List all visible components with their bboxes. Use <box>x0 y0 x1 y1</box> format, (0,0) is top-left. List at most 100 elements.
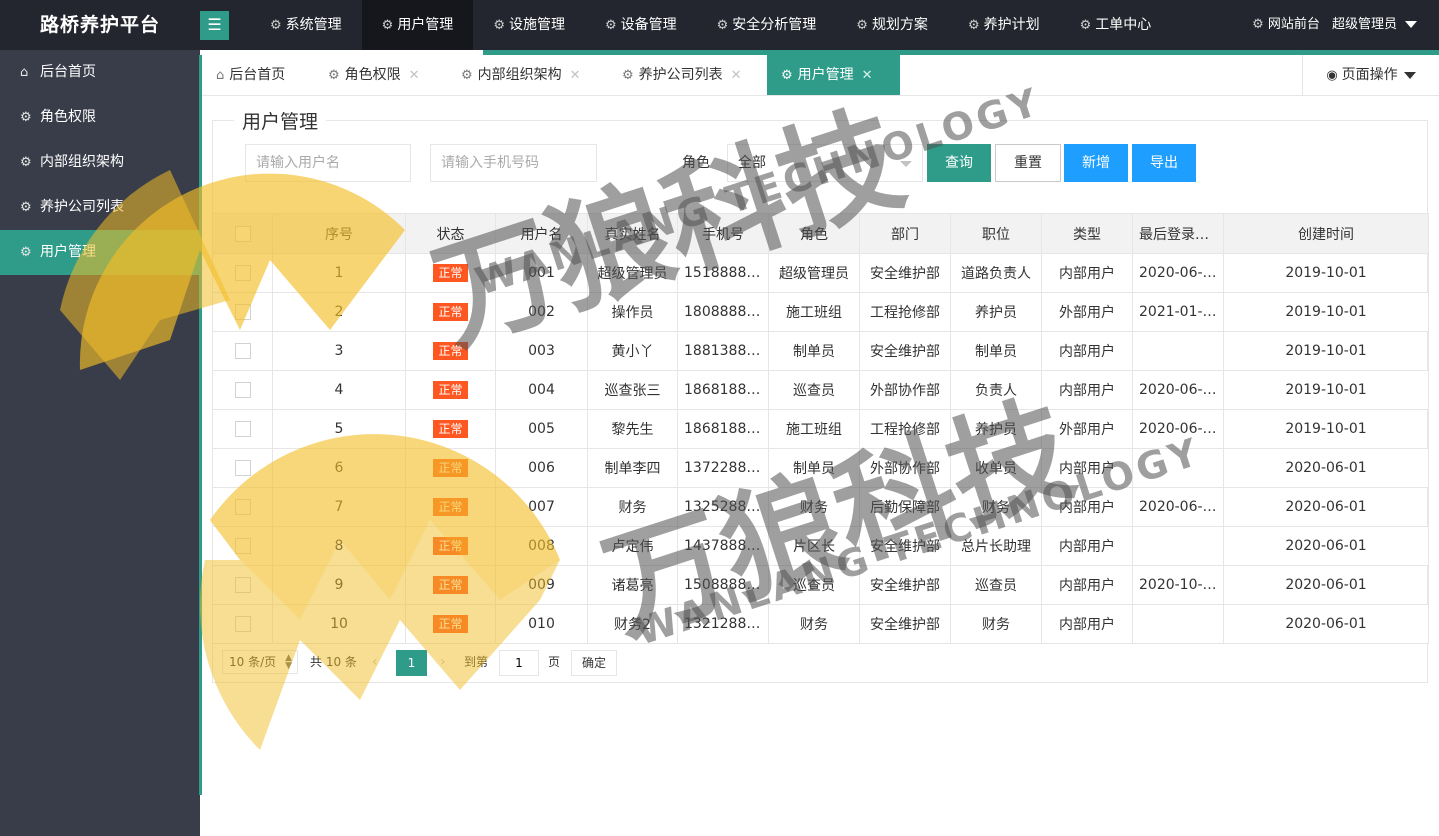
close-icon[interactable]: ✕ <box>731 68 742 83</box>
menu-toggle-button[interactable]: ☰ <box>200 11 229 40</box>
table-row: 3正常003黄小丫18813888888制单员安全维护部制单员内部用户2019-… <box>212 331 1429 371</box>
nav-label: 设备管理 <box>620 17 677 33</box>
export-button[interactable]: 导出 <box>1132 144 1196 182</box>
fieldset-legend: 用户管理 <box>234 107 327 134</box>
nav-item-workorders[interactable]: ⚙ 工单中心 <box>1060 0 1172 50</box>
nav-item-planning[interactable]: ⚙ 规划方案 <box>836 0 948 50</box>
gear-icon: ⚙ <box>270 18 282 33</box>
row-checkbox[interactable] <box>234 577 251 593</box>
sidebar-item-home[interactable]: ⌂ 后台首页 <box>0 50 200 95</box>
tab-roles[interactable]: ⚙ 角色权限 ✕ <box>328 55 420 95</box>
tab-label: 内部组织架构 <box>477 67 562 83</box>
table-cell: 养护员 <box>950 409 1042 449</box>
tab-companies[interactable]: ⚙ 养护公司列表 ✕ <box>622 55 742 95</box>
table-cell: 财务 <box>950 487 1042 527</box>
close-icon[interactable]: ✕ <box>409 68 420 83</box>
current-page-button[interactable]: 1 <box>396 650 427 676</box>
app-logo-title[interactable]: 路桥养护平台 <box>0 0 200 50</box>
user-menu[interactable]: ⚙ 网站前台 超级管理员 <box>1252 0 1417 50</box>
table-cell: 制单员 <box>768 448 860 488</box>
query-button[interactable]: 查询 <box>927 144 991 182</box>
row-checkbox[interactable] <box>234 343 251 359</box>
row-checkbox[interactable] <box>234 304 251 320</box>
table-cell: 2019-10-01 <box>1223 292 1429 332</box>
reset-button[interactable]: 重置 <box>995 144 1061 182</box>
table-cell <box>1132 448 1224 488</box>
table-cell: 总片长助理 <box>950 526 1042 566</box>
top-nav: ⚙ 系统管理 ⚙ 用户管理 ⚙ 设施管理 ⚙ 设备管理 ⚙ 安全分析管理 ⚙ 规划方案 ⚙ 养… <box>250 0 1171 50</box>
table-cell: 巡查员 <box>950 565 1042 605</box>
cell-status: 正常 <box>405 487 496 527</box>
username-input[interactable] <box>245 144 411 182</box>
gear-icon: ⚙ <box>716 18 729 33</box>
tab-users[interactable]: ⚙ 用户管理 ✕ <box>767 55 900 95</box>
sidebar-item-users[interactable]: ⚙ 用户管理 <box>0 230 200 275</box>
row-select-cell <box>212 448 273 488</box>
top-header: 路桥养护平台 ☰ ⚙ 系统管理 ⚙ 用户管理 ⚙ 设施管理 ⚙ 设备管理 ⚙ 安全分析管理… <box>0 0 1439 50</box>
table-cell: 2020-06-01 <box>1223 448 1429 488</box>
gear-icon: ⚙ <box>381 18 394 33</box>
total-count: 共 10 条 <box>310 655 357 669</box>
nav-label: 设施管理 <box>508 17 565 33</box>
table-cell <box>1132 604 1224 644</box>
nav-item-safety[interactable]: ⚙ 安全分析管理 <box>697 0 837 50</box>
gear-icon: ⚙ <box>20 110 32 125</box>
page-operations-dropdown[interactable]: ◉ 页面操作 <box>1302 55 1439 95</box>
next-page-icon[interactable]: › <box>440 650 446 674</box>
column-header: 类型 <box>1041 213 1133 254</box>
gear-icon: ⚙ <box>856 18 868 33</box>
column-header: 状态 <box>405 213 496 254</box>
table-cell: 内部用户 <box>1041 565 1133 605</box>
role-select[interactable]: 全部 <box>727 144 923 182</box>
row-checkbox[interactable] <box>234 499 251 515</box>
goto-label: 到第 <box>464 655 489 669</box>
sidebar-item-companies[interactable]: ⚙ 养护公司列表 <box>0 185 200 230</box>
nav-item-system[interactable]: ⚙ 系统管理 <box>250 0 362 50</box>
table-row: 5 正常 005黎先生18681888888施工班组工程抢修部养护员外部用户2020… <box>212 409 1429 449</box>
nav-label: 安全分析管理 <box>732 17 817 33</box>
close-icon[interactable]: ✕ <box>570 68 581 83</box>
row-checkbox[interactable] <box>234 265 251 281</box>
table-cell: 外部协作部 <box>859 370 951 410</box>
table-cell: 005 <box>495 409 588 449</box>
row-checkbox[interactable] <box>234 538 251 554</box>
goto-page-input[interactable] <box>499 650 539 676</box>
select-all-checkbox[interactable] <box>234 225 251 242</box>
table-cell: 巡查员 <box>768 370 860 410</box>
table-row: 8 正常 008卢定伟14378888888片区长安全维护部总片长助理内部用户 202… <box>212 526 1429 566</box>
column-header: 部门 <box>859 213 951 254</box>
sidebar-item-roles[interactable]: ⚙ 角色权限 <box>0 95 200 140</box>
prev-page-icon[interactable]: ‹ <box>372 650 378 674</box>
row-checkbox[interactable] <box>234 382 251 398</box>
cell-index: 4 <box>272 370 406 410</box>
tab-org[interactable]: ⚙ 内部组织架构 ✕ <box>461 55 581 95</box>
status-badge: 正常 <box>433 537 468 555</box>
table-cell: 14378888888 <box>677 526 769 566</box>
tab-home[interactable]: ⌂ 后台首页 <box>216 55 285 95</box>
nav-label: 用户管理 <box>397 17 454 33</box>
close-icon[interactable]: ✕ <box>862 68 873 83</box>
table-cell: 004 <box>495 370 588 410</box>
nav-item-maintenance[interactable]: ⚙ 养护计划 <box>948 0 1060 50</box>
gear-icon: ⚙ <box>461 68 473 83</box>
nav-item-facilities[interactable]: ⚙ 设施管理 <box>473 0 585 50</box>
goto-confirm-button[interactable]: 确定 <box>571 650 617 676</box>
row-checkbox[interactable] <box>234 616 251 632</box>
table-cell: 2020-06-01 <box>1223 526 1429 566</box>
row-checkbox[interactable] <box>234 421 251 437</box>
table-cell: 2020-06-01 <box>1132 370 1224 410</box>
phone-input[interactable] <box>430 144 597 182</box>
sidebar-item-label: 内部组织架构 <box>40 154 124 170</box>
cell-status: 正常 <box>405 331 496 371</box>
sidebar-item-org[interactable]: ⚙ 内部组织架构 <box>0 140 200 185</box>
table-cell: 010 <box>495 604 588 644</box>
nav-item-devices[interactable]: ⚙ 设备管理 <box>585 0 697 50</box>
row-checkbox[interactable] <box>234 460 251 476</box>
add-button[interactable]: 新增 <box>1064 144 1128 182</box>
nav-item-users[interactable]: ⚙ 用户管理 <box>361 0 474 50</box>
frontend-link[interactable]: 网站前台 <box>1268 17 1320 32</box>
table-cell: 养护员 <box>950 292 1042 332</box>
cell-status: 正常 <box>405 370 496 410</box>
page-size-select[interactable]: 10 条/页 ▲ ▼ <box>222 650 298 674</box>
sidebar-item-label: 后台首页 <box>40 64 96 80</box>
